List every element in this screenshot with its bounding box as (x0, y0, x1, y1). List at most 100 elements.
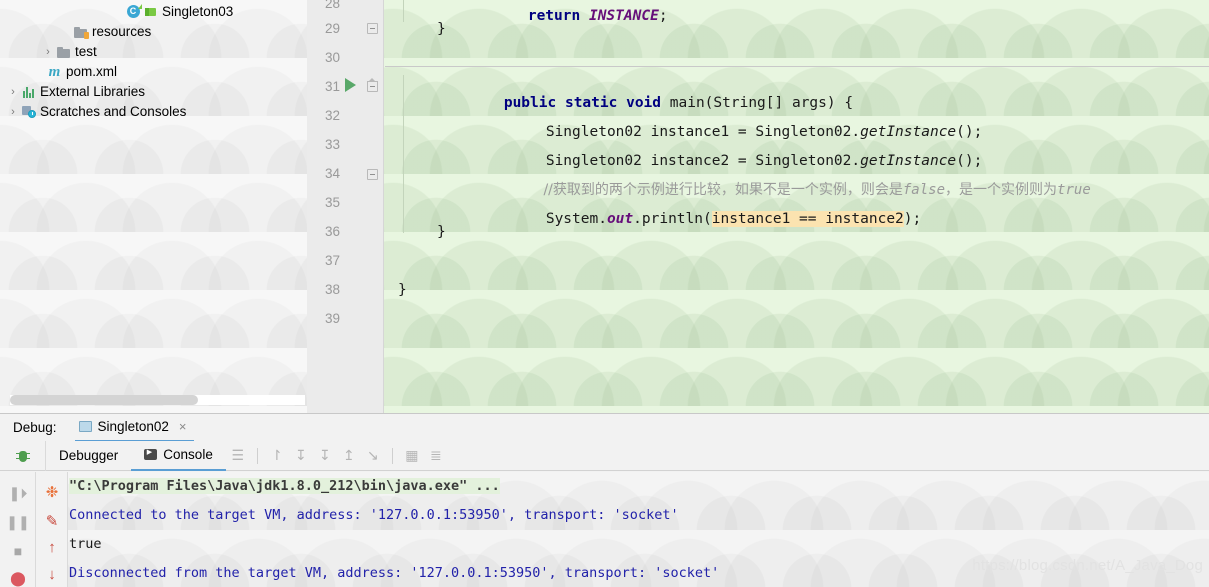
debug-toolbar[interactable]: Debugger Console ☰ ↾ ↧ ↧ ↥ ↘ ▦ ≣ (0, 440, 1209, 471)
code-line-28: return INSTANCE; (458, 0, 668, 40)
project-tool-window[interactable]: C Singleton03 resources › test m pom.xml… (0, 0, 307, 413)
debug-tool-window[interactable]: Debug: Singleton02 × Debugger Console ☰ … (0, 413, 1209, 587)
line-number: 34 (324, 166, 340, 181)
tree-item-label: pom.xml (66, 64, 118, 79)
tree-item-singleton03[interactable]: C Singleton03 (0, 2, 307, 22)
indent-guide (403, 0, 404, 22)
blog-watermark: https://blog.csdn.net/A_Java_Dog (972, 557, 1203, 574)
line-number: 39 (324, 311, 340, 326)
code-line-36: } (437, 224, 446, 240)
project-tree[interactable]: C Singleton03 resources › test m pom.xml… (0, 0, 307, 122)
tree-item-scratches-and-consoles[interactable]: › Scratches and Consoles (0, 102, 307, 122)
code-line-35: System.out.println(instance1 == instance… (476, 195, 921, 243)
pause-icon[interactable]: ❚❚ (0, 514, 36, 531)
line-number: 33 (324, 137, 340, 152)
indent-guide (403, 75, 404, 233)
debugger-tab-label: Debugger (59, 448, 119, 463)
console-line: "C:\Program Files\Java\jdk1.8.0_212\bin\… (69, 478, 500, 494)
breakpoints-icon[interactable]: ⬤ (0, 570, 36, 587)
tab-console[interactable]: Console (131, 441, 226, 471)
tree-item-label: resources (92, 24, 152, 39)
tree-item-label: External Libraries (40, 84, 146, 99)
tree-item-label: Scratches and Consoles (40, 104, 187, 119)
libraries-icon (20, 86, 37, 98)
console-icon (144, 448, 158, 460)
toolbar-divider (256, 447, 258, 464)
line-number: 32 (324, 108, 340, 123)
rerun-icon[interactable]: ❉ (36, 483, 68, 501)
field-instance: INSTANCE (588, 8, 659, 24)
console-line: Disconnected from the target VM, address… (69, 565, 720, 581)
tree-item-pom-xml[interactable]: m pom.xml (0, 62, 307, 82)
evaluate-icon[interactable]: ▦ (400, 444, 424, 468)
step-into-icon[interactable]: ↧ (289, 444, 313, 468)
line-number: 36 (324, 224, 340, 239)
system-ref: System. (545, 211, 607, 227)
fold-collapse-icon[interactable] (367, 23, 378, 34)
code-editor[interactable]: 28 29 30 31 32 33 34 35 36 37 38 39 retu… (307, 0, 1209, 413)
tree-item-label: Singleton03 (162, 4, 234, 19)
line-number: 35 (324, 195, 340, 210)
line-number: 28 (324, 0, 340, 11)
chevron-right-icon[interactable]: › (41, 42, 55, 62)
comment-text: ，是一个实例则为 (945, 182, 1058, 198)
tree-item-label: test (75, 44, 97, 59)
stop-icon[interactable]: ■ (0, 543, 36, 559)
module-icon: C (125, 4, 142, 19)
tab-debugger[interactable]: Debugger (46, 441, 131, 471)
resume-icon[interactable]: ❚⏵ (0, 485, 36, 502)
comment-true: true (1057, 182, 1091, 198)
code-line-38: } (398, 282, 407, 298)
field-out: out (606, 211, 634, 227)
semicolon: ; (658, 8, 668, 24)
debugger-bug-icon (0, 440, 46, 471)
soft-wrap-icon[interactable]: ✎ (36, 512, 68, 530)
fold-collapse-icon[interactable] (367, 169, 378, 180)
folder-resources-icon (72, 26, 89, 39)
run-configuration-icon (78, 421, 92, 432)
console-tab-label: Console (163, 447, 213, 462)
console-line: Connected to the target VM, address: '12… (69, 507, 679, 523)
method-separator (385, 66, 1209, 67)
toolbar-divider (391, 447, 393, 464)
tree-item-external-libraries[interactable]: › External Libraries (0, 82, 307, 102)
settings-icon[interactable]: ≣ (424, 444, 448, 468)
keyword-return: return (527, 8, 581, 24)
folder-icon (55, 46, 72, 58)
module-tag-icon (142, 7, 159, 17)
project-horizontal-scrollbar[interactable] (10, 395, 305, 405)
run-to-cursor-icon[interactable]: ↘ (361, 444, 385, 468)
line-number: 29 (324, 21, 340, 36)
console-line: true (69, 536, 102, 552)
scratches-icon (20, 106, 37, 118)
maven-pom-icon: m (48, 63, 61, 80)
debug-session-tab[interactable]: Singleton02 × (74, 414, 195, 442)
step-over-icon[interactable]: ↾ (265, 444, 289, 468)
line-number: 31 (324, 79, 340, 94)
step-out-icon[interactable]: ↥ (337, 444, 361, 468)
line-number: 37 (324, 253, 340, 268)
editor-gutter[interactable]: 28 29 30 31 32 33 34 35 36 37 38 39 (307, 0, 384, 413)
editor-code-area[interactable]: return INSTANCE; } public static void ma… (385, 0, 1209, 413)
line-number: 30 (324, 50, 340, 65)
debug-tab-label: Singleton02 (97, 419, 169, 434)
fold-region-icon[interactable] (367, 78, 378, 92)
chevron-right-icon[interactable]: › (6, 102, 20, 122)
println-call: .println( (633, 211, 712, 227)
console-controls-sidebar[interactable]: ❉ ✎ ↑ ↓ (36, 472, 68, 587)
tree-item-test[interactable]: › test (0, 42, 307, 62)
close-icon[interactable]: × (179, 419, 187, 434)
scroll-up-icon[interactable]: ↑ (36, 539, 68, 556)
call-suffix: ); (903, 211, 922, 227)
force-step-into-icon[interactable]: ↧ (313, 444, 337, 468)
run-method-icon[interactable] (345, 78, 356, 92)
line-number: 38 (324, 282, 340, 297)
scroll-down-icon[interactable]: ↓ (36, 566, 68, 583)
highlighted-expression: instance1 == instance2 (711, 211, 904, 227)
layout-icon[interactable]: ☰ (226, 444, 250, 468)
tree-item-resources[interactable]: resources (0, 22, 307, 42)
chevron-right-icon[interactable]: › (6, 82, 20, 102)
debug-window-label: Debug: (13, 420, 57, 435)
run-controls-sidebar[interactable]: ❚⏵ ❚❚ ■ ⬤ (0, 472, 36, 587)
code-line-29: } (437, 21, 446, 37)
